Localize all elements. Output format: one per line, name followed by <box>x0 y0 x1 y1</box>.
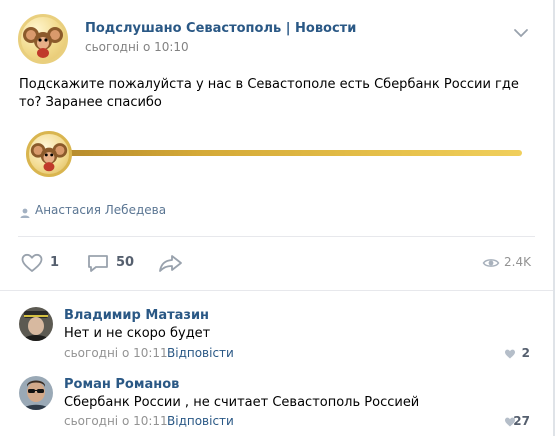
comment-text: Сбербанк России , не считает Севастополь… <box>64 395 420 410</box>
views-counter: 2.4K <box>482 254 542 272</box>
comment-count: 50 <box>116 255 135 270</box>
like-button[interactable]: 1 <box>20 251 66 275</box>
comment-timestamp[interactable]: сьогодні о 10:11 <box>64 414 168 428</box>
views-count: 2.4K <box>504 255 531 269</box>
like-count: 1 <box>50 255 60 270</box>
medal-avatar[interactable] <box>26 131 72 177</box>
comment-like-count: 27 <box>513 414 530 428</box>
person-icon <box>19 204 31 218</box>
eye-icon <box>482 259 500 267</box>
post-divider <box>18 236 535 237</box>
comment-author-link[interactable]: Роман Романов <box>64 377 179 392</box>
post-text: Подскажите пожалуйста у нас в Севастопол… <box>19 77 519 110</box>
comment-avatar[interactable] <box>19 307 53 341</box>
comment-avatar[interactable] <box>19 376 53 410</box>
comment-text: Нет и не скоро будет <box>64 326 211 341</box>
post-timestamp[interactable]: сьогодні о 10:10 <box>85 40 189 54</box>
gold-bar <box>60 150 522 156</box>
cheburashka-image <box>23 27 63 58</box>
author-signature-link[interactable]: Анастасия Лебедева <box>35 203 166 217</box>
comment-button[interactable]: 50 <box>86 251 140 275</box>
comments-separator <box>0 290 553 291</box>
reply-link[interactable]: Відповісти <box>167 414 234 428</box>
comment-like-button[interactable]: 27 <box>490 414 530 430</box>
comment-like-count: 2 <box>521 346 530 360</box>
share-button[interactable] <box>158 251 184 275</box>
share-arrow-icon <box>159 255 182 272</box>
comment-like-button[interactable]: 2 <box>490 346 530 362</box>
cheburashka-medal-image <box>30 143 68 172</box>
group-name-link[interactable]: Подслушано Севастополь | Новости <box>85 21 356 36</box>
heart-icon <box>21 253 43 272</box>
heart-icon <box>505 349 515 359</box>
chevron-down-icon[interactable] <box>512 24 530 38</box>
speech-bubble-icon <box>88 255 108 272</box>
group-avatar[interactable] <box>18 14 68 64</box>
comment-timestamp[interactable]: сьогодні о 10:11 <box>64 346 168 360</box>
user-photo-image <box>19 376 53 410</box>
reply-link[interactable]: Відповісти <box>167 346 234 360</box>
comment-author-link[interactable]: Владимир Матазин <box>64 308 209 323</box>
user-photo-image <box>19 307 53 341</box>
